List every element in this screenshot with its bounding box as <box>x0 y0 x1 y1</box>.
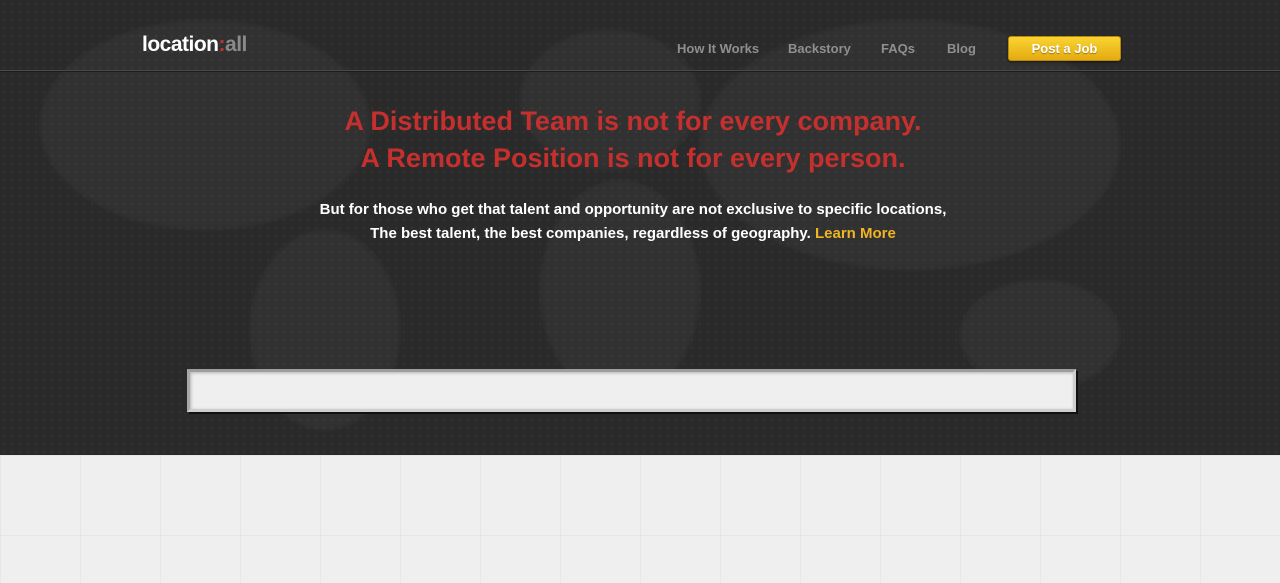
headline-line-2: A Remote Position is not for every perso… <box>360 143 906 173</box>
search-box <box>187 369 1076 412</box>
site-header: location:all How It Works Backstory FAQs… <box>0 0 1280 71</box>
subheadline-line-2-text: The best talent, the best companies, reg… <box>370 225 811 242</box>
logo-text-main: location <box>142 33 219 56</box>
subheadline-line-2: The best talent, the best companies, reg… <box>240 225 1026 242</box>
hero-section: location:all How It Works Backstory FAQs… <box>0 0 1280 455</box>
logo-text-sub: all <box>225 33 247 56</box>
post-a-job-button[interactable]: Post a Job <box>1008 36 1121 61</box>
subheadline-line-1: But for those who get that talent and op… <box>319 201 947 218</box>
nav-how-it-works[interactable]: How It Works <box>677 41 759 56</box>
nav-blog[interactable]: Blog <box>947 41 976 56</box>
search-input[interactable] <box>190 372 1073 409</box>
headline-line-1: A Distributed Team is not for every comp… <box>344 106 922 136</box>
nav-backstory[interactable]: Backstory <box>788 41 851 56</box>
nav-faqs[interactable]: FAQs <box>881 41 915 56</box>
content-area <box>0 455 1280 583</box>
site-logo[interactable]: location:all <box>142 33 247 57</box>
learn-more-link[interactable]: Learn More <box>815 225 896 242</box>
